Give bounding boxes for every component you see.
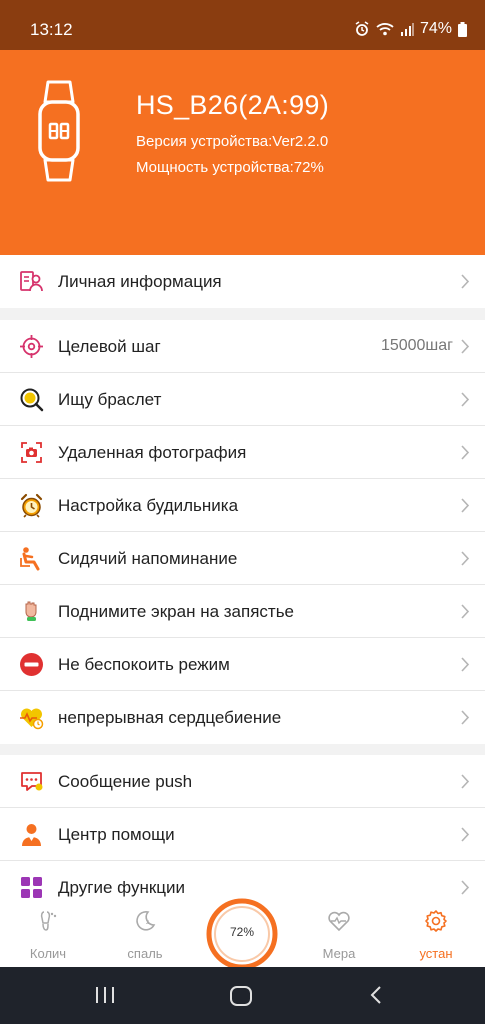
menu-item-remote-photo[interactable]: Удаленная фотография <box>0 426 485 479</box>
chevron-right-icon <box>461 827 470 842</box>
menu-item-label: Не беспокоить режим <box>58 655 230 674</box>
chevron-right-icon <box>461 774 470 789</box>
battery-percent: 74% <box>419 20 452 37</box>
alarm-icon <box>355 21 369 36</box>
menu-item-label: Другие функции <box>58 878 186 897</box>
back-icon[interactable] <box>369 985 383 1005</box>
menu-item-label: Целевой шаг <box>58 337 161 356</box>
svg-text:z: z <box>146 919 149 926</box>
recent-apps-icon[interactable] <box>94 985 116 1005</box>
moon-icon: z <box>136 911 156 931</box>
settings-group-device: Целевой шаг 15000шаг Ищу браслет Удаленн… <box>0 320 485 744</box>
device-header: HS_B26(2A:99) Версия устройства:Ver2.2.0… <box>0 50 485 255</box>
steps-icon <box>40 911 57 931</box>
status-icons: 74% <box>354 20 467 38</box>
battery-progress-ring[interactable]: 72% <box>204 896 280 972</box>
watch-icon <box>38 80 80 182</box>
alarm-clock-icon <box>20 493 43 518</box>
heart-measure-icon <box>328 911 350 932</box>
status-time: 13:12 <box>30 20 73 39</box>
nav-label: спаль <box>127 946 163 961</box>
chevron-right-icon <box>461 710 470 725</box>
settings-group-profile: Личная информация <box>0 255 485 308</box>
target-step-value: 15000шаг <box>380 337 453 354</box>
menu-item-label: Личная информация <box>58 272 222 291</box>
signal-icon <box>400 23 414 36</box>
nav-tab-steps[interactable]: Колич <box>3 906 93 967</box>
menu-item-label: Удаленная фотография <box>58 443 247 462</box>
search-bracelet-icon <box>20 388 44 412</box>
chevron-right-icon <box>461 880 470 895</box>
menu-item-label: непрерывная сердцебиение <box>58 708 282 727</box>
nav-tab-sleep[interactable]: z спаль <box>100 906 190 967</box>
chevron-right-icon <box>461 551 470 566</box>
nav-tab-measure[interactable]: Мера <box>294 906 384 967</box>
gear-icon <box>425 910 447 932</box>
menu-item-raise-wrist[interactable]: Поднимите экран на запястье <box>0 585 485 638</box>
menu-item-label: Центр помощи <box>58 825 175 844</box>
menu-item-alarm-setting[interactable]: Настройка будильника <box>0 479 485 532</box>
nav-label: Колич <box>29 946 67 961</box>
nav-label: устан <box>419 946 453 961</box>
ring-value: 72% <box>229 925 255 939</box>
grid-apps-icon <box>21 877 42 898</box>
chevron-right-icon <box>461 339 470 354</box>
menu-item-label: Настройка будильника <box>58 496 239 515</box>
menu-item-label: Поднимите экран на запястье <box>58 602 295 621</box>
settings-group-other: Сообщение push Центр помощи Другие функц… <box>0 755 485 914</box>
menu-item-push-message[interactable]: Сообщение push <box>0 755 485 808</box>
menu-item-do-not-disturb[interactable]: Не беспокоить режим <box>0 638 485 691</box>
device-name: HS_B26(2A:99) <box>136 90 330 120</box>
device-version: Версия устройства:Ver2.2.0 <box>136 133 329 150</box>
wifi-icon <box>376 23 394 36</box>
menu-item-continuous-heart-rate[interactable]: непрерывная сердцебиение <box>0 691 485 744</box>
menu-item-label: Сидячий напоминание <box>58 549 238 568</box>
chevron-right-icon <box>461 657 470 672</box>
chevron-right-icon <box>461 445 470 460</box>
device-power: Мощность устройства:72% <box>136 159 324 176</box>
message-icon <box>21 772 43 791</box>
chevron-right-icon <box>461 392 470 407</box>
camera-icon <box>21 442 42 463</box>
home-icon[interactable] <box>229 985 253 1007</box>
nav-label: Мера <box>322 946 356 961</box>
sitting-person-icon <box>20 547 40 571</box>
chevron-right-icon <box>461 498 470 513</box>
do-not-disturb-icon <box>20 653 43 676</box>
system-nav-bar <box>0 967 485 1024</box>
raise-wrist-icon <box>25 601 37 621</box>
menu-item-find-bracelet[interactable]: Ищу браслет <box>0 373 485 426</box>
help-person-icon <box>22 824 41 846</box>
heart-rate-icon <box>20 708 44 730</box>
menu-item-target-step[interactable]: Целевой шаг 15000шаг <box>0 320 485 373</box>
chevron-right-icon <box>461 604 470 619</box>
menu-item-label: Сообщение push <box>58 772 193 791</box>
battery-icon <box>458 21 467 37</box>
target-icon <box>20 335 43 358</box>
chevron-right-icon <box>461 274 470 289</box>
menu-item-label: Ищу браслет <box>58 390 162 409</box>
status-bar: 13:12 74% <box>0 0 485 50</box>
nav-tab-settings[interactable]: устан <box>391 906 481 967</box>
profile-icon <box>20 271 43 292</box>
menu-item-sedentary-reminder[interactable]: Сидячий напоминание <box>0 532 485 585</box>
menu-item-help-center[interactable]: Центр помощи <box>0 808 485 861</box>
menu-item-personal-info[interactable]: Личная информация <box>0 255 485 308</box>
